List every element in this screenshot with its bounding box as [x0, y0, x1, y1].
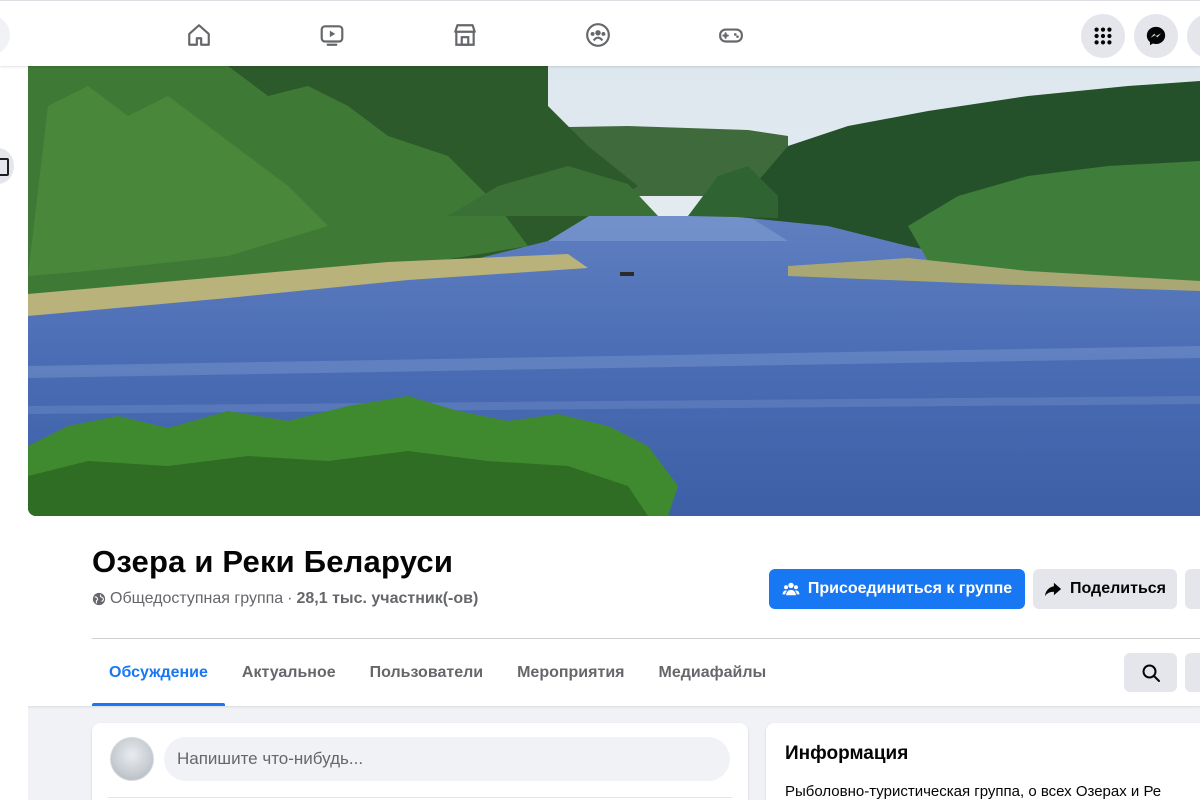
tab-featured[interactable]: Актуальное	[225, 640, 353, 706]
lake-landscape-image	[28, 66, 1200, 516]
video-icon	[320, 25, 344, 46]
composer-divider	[108, 797, 732, 798]
left-sidebar	[0, 66, 28, 800]
post-composer: Напишите что-нибудь...	[92, 723, 748, 800]
group-search-button[interactable]	[1124, 653, 1177, 692]
user-avatar[interactable]	[110, 737, 154, 781]
nav-tab-home[interactable]	[177, 13, 221, 57]
search-button[interactable]	[0, 15, 10, 55]
composer-input[interactable]: Напишите что-нибудь...	[164, 737, 730, 781]
join-group-button[interactable]: Присоединиться к группе	[769, 569, 1025, 609]
group-title: Озера и Реки Беларуси	[92, 544, 454, 579]
cover-photo[interactable]	[28, 66, 1200, 516]
tab-events[interactable]: Мероприятия	[500, 640, 641, 706]
globe-icon	[92, 592, 106, 606]
home-icon	[188, 24, 210, 46]
info-card: Информация Рыболовно-туристическая групп…	[766, 723, 1200, 800]
nav-tab-gaming[interactable]	[709, 13, 753, 57]
account-button[interactable]	[1187, 14, 1200, 58]
groups-icon	[586, 23, 610, 47]
info-description: Рыболовно-туристическая группа, о всех О…	[785, 783, 1162, 800]
group-privacy[interactable]: Общедоступная группа	[110, 590, 283, 608]
gamepad-icon	[719, 28, 743, 43]
meta-separator: ·	[287, 590, 293, 607]
nav-tab-marketplace[interactable]	[443, 13, 487, 57]
grid-menu-icon	[1094, 27, 1112, 45]
group-meta: Общедоступная группа · 28,1 тыс. участни…	[92, 590, 478, 608]
menu-button[interactable]	[1081, 14, 1125, 58]
header-divider	[92, 638, 1200, 639]
join-group-label: Присоединиться к группе	[807, 580, 1013, 597]
nav-tab-watch[interactable]	[310, 13, 354, 57]
people-icon	[782, 582, 800, 596]
messenger-button[interactable]	[1134, 14, 1178, 58]
tab-media[interactable]: Медиафайлы	[641, 640, 783, 706]
search-icon	[1142, 664, 1160, 682]
messenger-icon	[1146, 26, 1166, 46]
group-members-count[interactable]: 28,1 тыс. участник(-ов)	[297, 590, 479, 608]
tab-members[interactable]: Пользователи	[353, 640, 500, 706]
group-tabs: Обсуждение Актуальное Пользователи Мероп…	[92, 640, 783, 706]
more-options-button[interactable]	[1185, 569, 1200, 609]
share-arrow-icon	[1044, 582, 1062, 597]
top-navigation-bar	[0, 0, 1200, 66]
sidebar-toggle-button[interactable]	[0, 148, 14, 184]
info-title: Информация	[785, 743, 909, 764]
store-icon	[454, 24, 476, 46]
tabs-more-button[interactable]	[1185, 653, 1200, 692]
nav-tab-groups[interactable]	[576, 13, 620, 57]
share-button[interactable]: Поделиться	[1033, 569, 1177, 609]
tab-discussion[interactable]: Обсуждение	[92, 640, 225, 706]
share-label: Поделиться	[1069, 580, 1167, 597]
